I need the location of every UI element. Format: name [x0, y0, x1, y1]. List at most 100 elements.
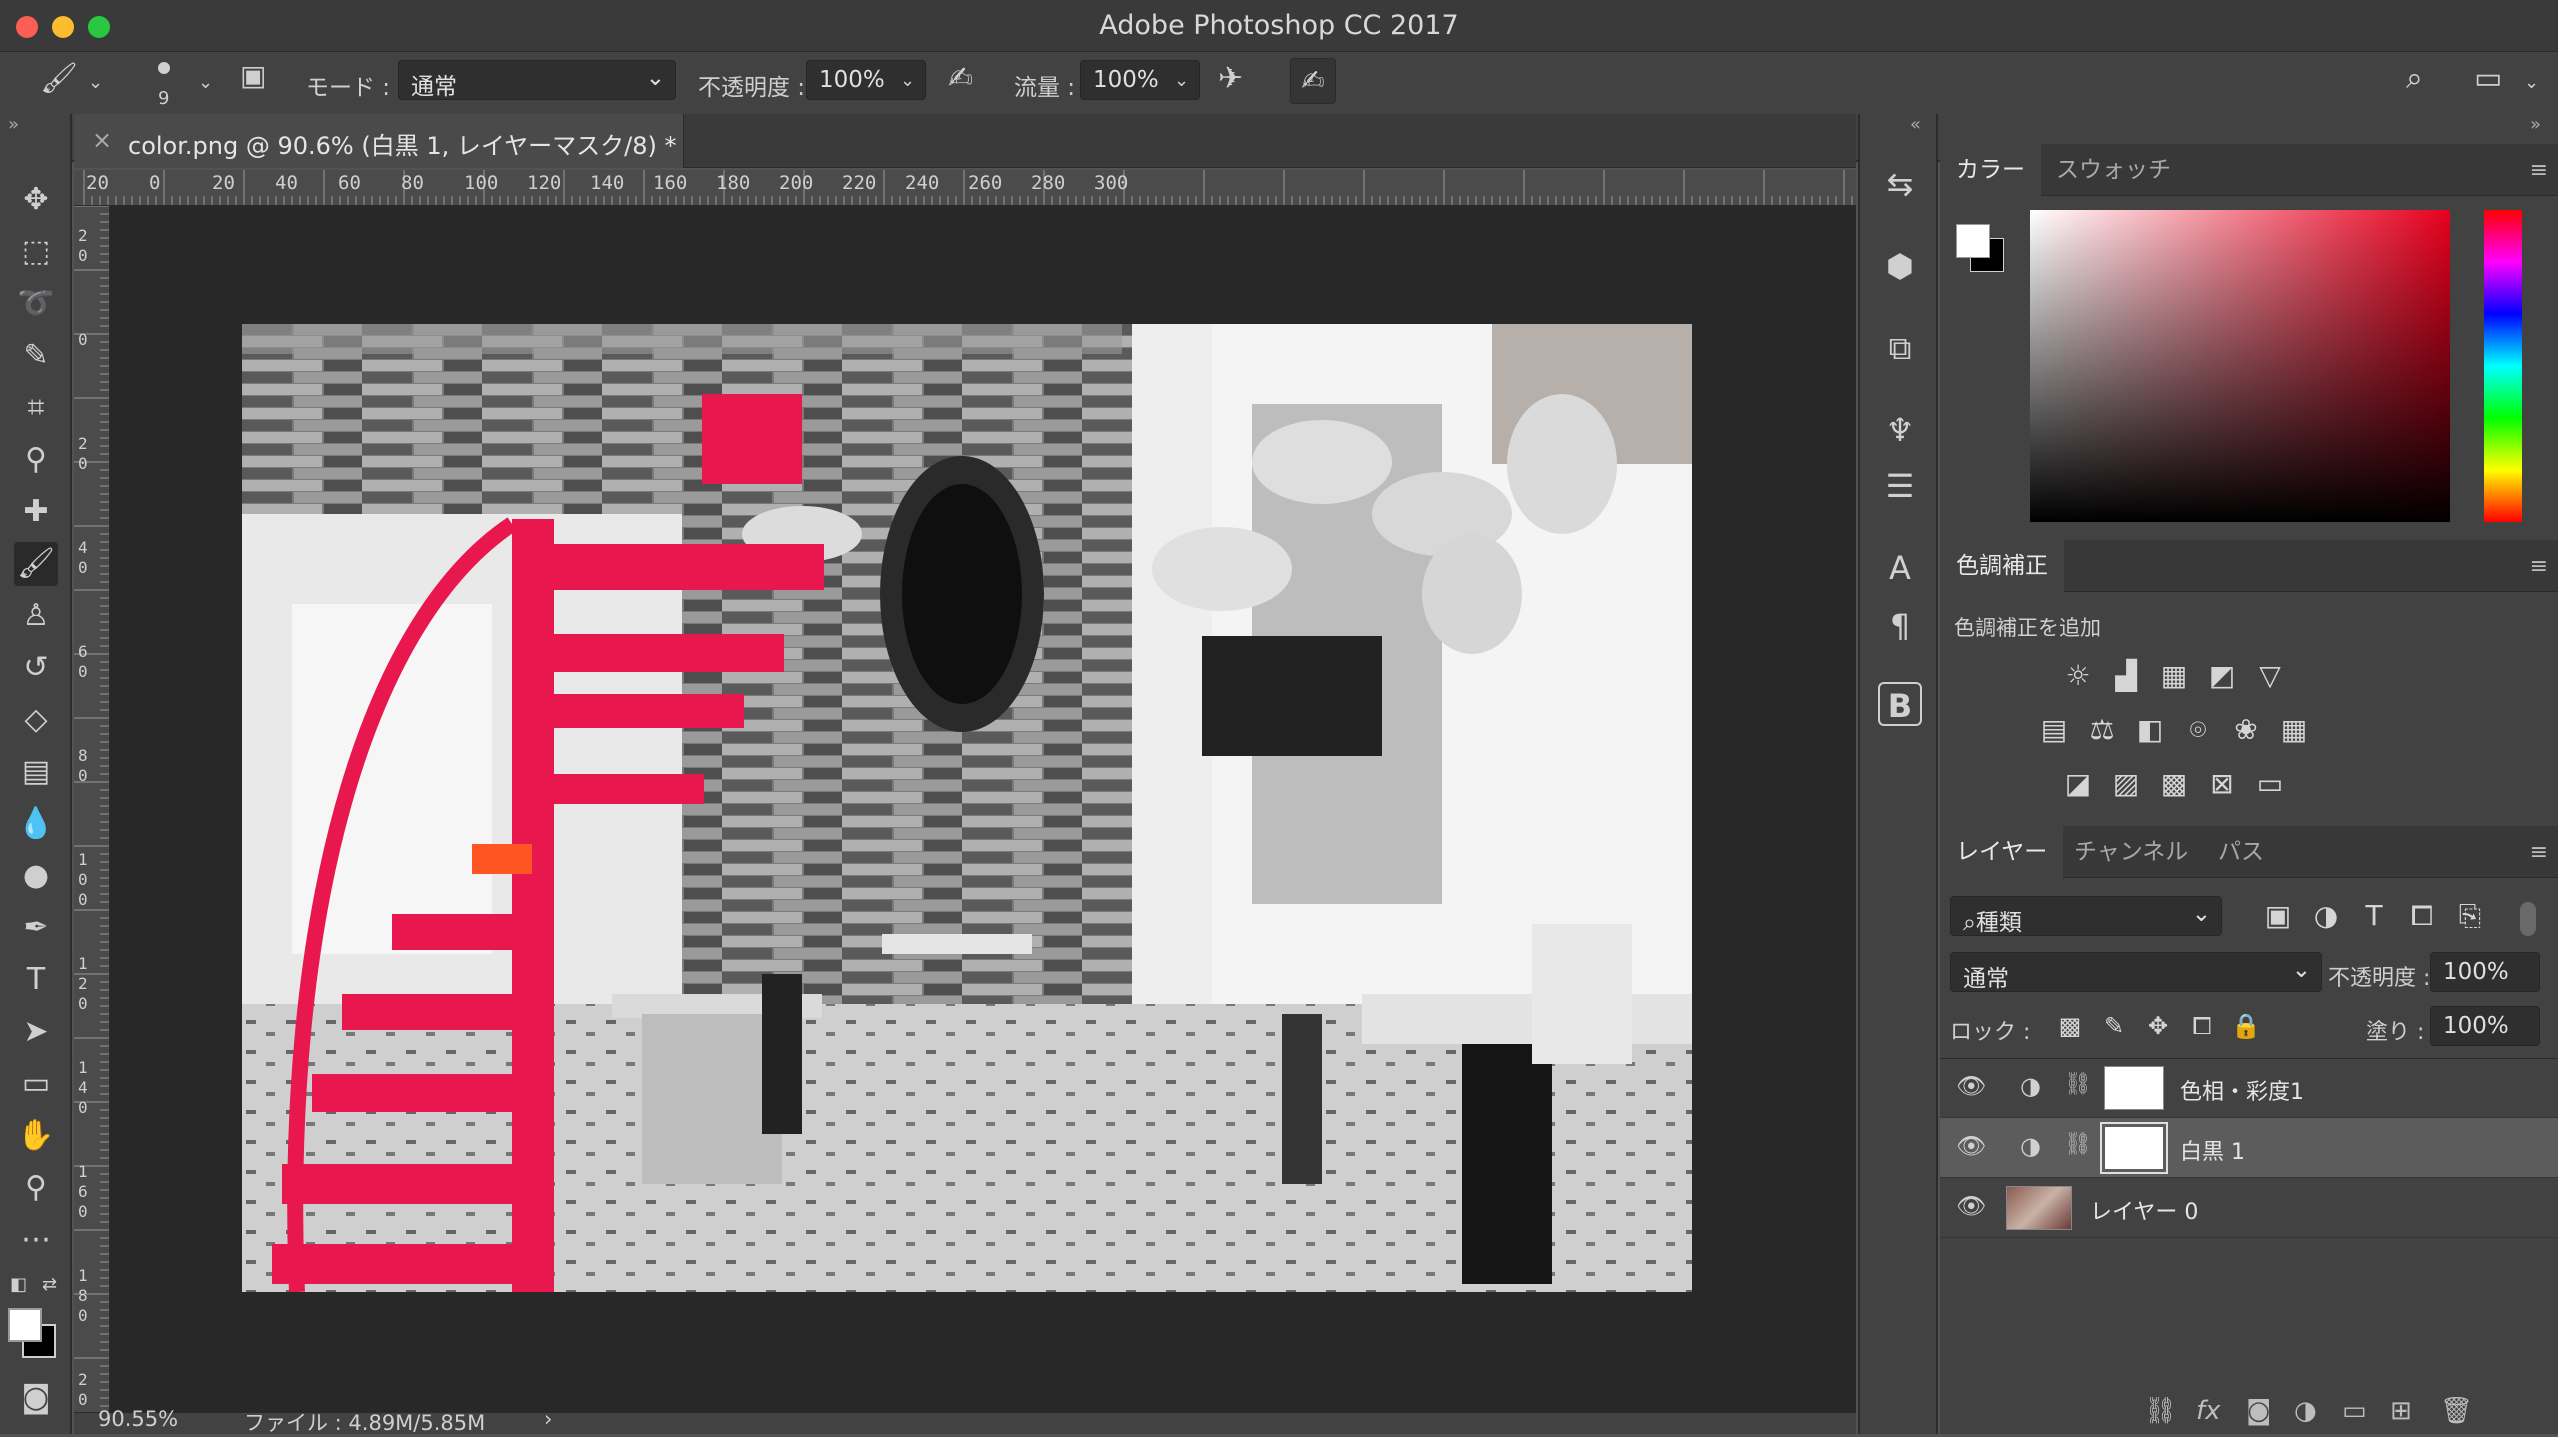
color-lookup-icon[interactable]: ▦	[2276, 712, 2312, 748]
link-layers-icon[interactable]: ⛓	[2144, 1396, 2177, 1426]
panel-menu-icon[interactable]: ≡	[2530, 554, 2548, 579]
panel-menu-icon[interactable]: ≡	[2530, 158, 2548, 183]
plugin-b-icon[interactable]: B	[1878, 682, 1922, 726]
pressure-opacity-icon[interactable]: ✍	[948, 64, 973, 94]
layer-name[interactable]: 色相・彩度1	[2180, 1074, 2304, 1106]
more-tools-icon[interactable]: ⋯	[14, 1218, 58, 1262]
new-group-icon[interactable]: ▭	[2342, 1396, 2367, 1426]
character-icon[interactable]: A	[1878, 546, 1922, 590]
layer-row-selected[interactable]: 👁 ◑ ⛓ 白黒 1	[1940, 1118, 2558, 1178]
airbrush-icon[interactable]: ✈	[1218, 64, 1243, 94]
filter-smart-icon[interactable]: ⎘	[2452, 898, 2488, 934]
rectangle-tool-icon[interactable]: ▭	[14, 1062, 58, 1106]
layer-name[interactable]: レイヤー 0	[2090, 1194, 2198, 1226]
zoom-tool-icon[interactable]: ⚲	[14, 1166, 58, 1210]
vibrance-icon[interactable]: ▽	[2252, 658, 2288, 694]
filter-type-icon[interactable]: T	[2356, 898, 2392, 934]
layer-row[interactable]: 👁 ◑ ⛓ 色相・彩度1	[1940, 1058, 2558, 1118]
hue-slider[interactable]	[2484, 210, 2522, 522]
move-tool-icon[interactable]: ✥	[14, 178, 58, 222]
workspace-icon[interactable]: ▭	[2474, 64, 2502, 94]
new-adjustment-icon[interactable]: ◑	[2294, 1396, 2317, 1426]
eraser-tool-icon[interactable]: ◇	[14, 698, 58, 742]
chain-link-icon[interactable]: ⛓	[2064, 1072, 2092, 1097]
search-icon[interactable]: ⌕	[2406, 64, 2423, 94]
chain-link-icon[interactable]: ⛓	[2064, 1132, 2092, 1157]
layer-mask-thumbnail[interactable]	[2100, 1122, 2168, 1174]
threshold-icon[interactable]: ▩	[2156, 766, 2192, 802]
marquee-tool-icon[interactable]: ⬚	[14, 230, 58, 274]
tab-layers[interactable]: レイヤー	[1940, 826, 2064, 878]
stamp-tool-icon[interactable]: ♙	[14, 594, 58, 638]
hue-saturation-icon[interactable]: ▤	[2036, 712, 2072, 748]
gradient-map-icon[interactable]: ▭	[2252, 766, 2288, 802]
path-select-tool-icon[interactable]: ➤	[14, 1010, 58, 1054]
brush-tip-icon[interactable]	[158, 62, 170, 74]
hand-tool-icon[interactable]: ✋	[14, 1114, 58, 1158]
eyedropper-tool-icon[interactable]: ⚲	[14, 438, 58, 482]
document-tab[interactable]: × color.png @ 90.6% (白黒 1, レイヤーマスク/8) *	[74, 114, 684, 168]
posterize-icon[interactable]: ▨	[2108, 766, 2144, 802]
curves-icon[interactable]: ▦	[2156, 658, 2192, 694]
layer-name[interactable]: 白黒 1	[2180, 1134, 2245, 1166]
tab-paths[interactable]: パス	[2202, 826, 2280, 878]
delete-layer-icon[interactable]: 🗑	[2440, 1396, 2473, 1426]
chevron-down-icon[interactable]: ⌄	[1174, 70, 1189, 91]
selective-color-icon[interactable]: ⊠	[2204, 766, 2240, 802]
color-picker-field[interactable]	[2030, 210, 2450, 522]
photo-filter-icon[interactable]: ⌾	[2180, 712, 2216, 748]
panel-menu-icon[interactable]: ≡	[2530, 840, 2548, 865]
black-white-icon[interactable]: ◧	[2132, 712, 2168, 748]
brush-presets-icon[interactable]: ♆	[1878, 408, 1922, 452]
tab-color[interactable]: カラー	[1940, 144, 2041, 196]
lock-all-icon[interactable]: 🔒	[2228, 1008, 2264, 1044]
lock-artboard-icon[interactable]: ⧠	[2184, 1008, 2220, 1044]
layer-mask-thumbnail[interactable]	[2104, 1066, 2164, 1110]
3d-panel-icon[interactable]: ⬢	[1878, 244, 1922, 288]
paragraph-icon[interactable]: ¶	[1878, 604, 1922, 648]
pressure-size-icon[interactable]: ✍	[1290, 58, 1336, 104]
status-menu-arrow[interactable]: ›	[544, 1407, 552, 1431]
layer-style-icon[interactable]: fx	[2196, 1396, 2221, 1426]
brush-tool-preset-icon[interactable]: 🖌	[40, 64, 78, 94]
collapse-icon[interactable]: »	[2530, 114, 2541, 135]
foreground-color-swatch[interactable]	[8, 1308, 42, 1342]
fill-input[interactable]: 100%	[2430, 1006, 2540, 1046]
lock-pixels-icon[interactable]: ✎	[2096, 1008, 2132, 1044]
clone-source-icon[interactable]: ⧉	[1878, 326, 1922, 370]
close-tab-icon[interactable]: ×	[92, 126, 112, 154]
layer-opacity-input[interactable]: 100%	[2430, 952, 2540, 992]
type-tool-icon[interactable]: T	[14, 958, 58, 1002]
chevron-down-icon[interactable]: ⌄	[198, 72, 213, 93]
mode-select[interactable]: 通常 ⌄	[398, 60, 676, 100]
add-mask-icon[interactable]: ◙	[2246, 1396, 2271, 1426]
blur-tool-icon[interactable]: 💧	[14, 802, 58, 846]
layer-thumbnail[interactable]	[2006, 1186, 2072, 1230]
swap-colors-icon[interactable]: ⇄	[42, 1274, 57, 1295]
fg-color-chip[interactable]	[1956, 224, 1990, 258]
history-brush-tool-icon[interactable]: ↺	[14, 646, 58, 690]
filter-adjustment-icon[interactable]: ◑	[2308, 898, 2344, 934]
history-panel-icon[interactable]: ⇆	[1878, 162, 1922, 206]
pen-tool-icon[interactable]: ✒	[14, 906, 58, 950]
color-balance-icon[interactable]: ⚖	[2084, 712, 2120, 748]
new-layer-icon[interactable]: ⊞	[2390, 1396, 2412, 1426]
canvas-area[interactable]	[110, 206, 1856, 1414]
visibility-eye-icon[interactable]: 👁	[1956, 1072, 1986, 1100]
collapse-icon[interactable]: »	[8, 114, 19, 135]
tab-adjustments[interactable]: 色調補正	[1940, 540, 2064, 592]
properties-icon[interactable]: ☰	[1878, 464, 1922, 508]
exposure-icon[interactable]: ◩	[2204, 658, 2240, 694]
blend-mode-select[interactable]: 通常 ⌄	[1950, 952, 2322, 992]
tab-swatches[interactable]: スウォッチ	[2040, 144, 2187, 196]
healing-brush-tool-icon[interactable]: ✚	[14, 490, 58, 534]
brightness-icon[interactable]: ☼	[2060, 658, 2096, 694]
invert-icon[interactable]: ◪	[2060, 766, 2096, 802]
crop-tool-icon[interactable]: ⌗	[14, 386, 58, 430]
chevron-down-icon[interactable]: ⌄	[88, 72, 103, 93]
chevron-down-icon[interactable]: ⌄	[2524, 72, 2539, 93]
filter-shape-icon[interactable]: ⧠	[2404, 898, 2440, 934]
layer-row[interactable]: 👁 レイヤー 0	[1940, 1178, 2558, 1238]
lasso-tool-icon[interactable]: ➰	[14, 282, 58, 326]
lock-transparency-icon[interactable]: ▩	[2052, 1008, 2088, 1044]
